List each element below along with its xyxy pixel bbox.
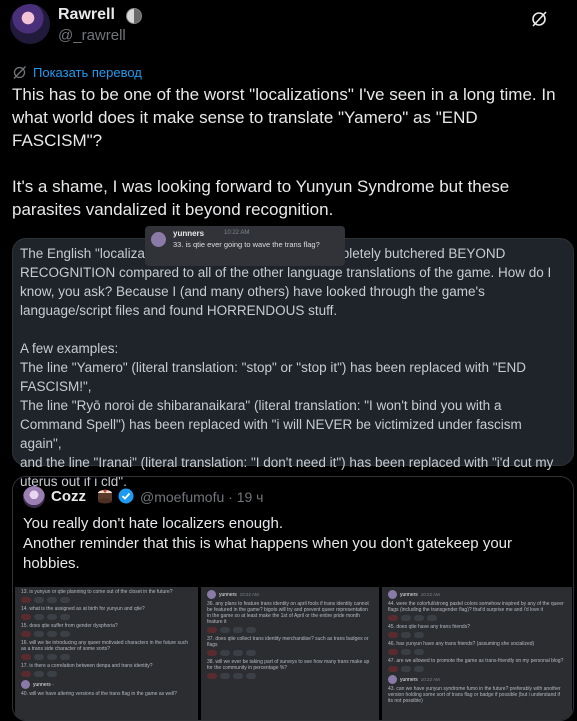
moon-icon	[126, 8, 142, 24]
reaction-row	[21, 614, 192, 620]
tweet-text: This has to be one of the worst "localiz…	[12, 85, 556, 219]
message-text: 47. are we allowed to promote the game a…	[388, 658, 564, 664]
message-text: 43. can we have yunyun syndrome fumo in …	[388, 686, 561, 704]
message-header: yunners 10:22 AM	[388, 675, 566, 684]
attached-screenshot-text[interactable]: The English "localization" for this game…	[12, 238, 574, 489]
reaction-row	[21, 654, 192, 660]
message-text: 33. is qtie ever going to wave the trans…	[173, 240, 320, 249]
author-avatar[interactable]	[10, 4, 50, 44]
message-text: 16. will we be introducing any queer mot…	[21, 640, 189, 652]
quote-author-name[interactable]: Cozz	[51, 488, 86, 505]
message-text: 14. what is the assigned as at birth for…	[21, 606, 145, 612]
reaction-row	[207, 650, 373, 656]
poster-name: yunners	[219, 591, 237, 598]
poster-name: yunners	[400, 591, 418, 598]
reaction-row	[207, 673, 373, 679]
message-text: 40. will we have altering versions of th…	[21, 691, 177, 697]
message-time: 10:22 AM	[420, 592, 440, 597]
message-header: yunners 10:22 AM	[388, 590, 566, 599]
message-text: 36. any plans to feature trans identity …	[207, 601, 369, 625]
poster-avatar	[151, 232, 166, 247]
reaction-row	[21, 671, 192, 677]
reaction-row	[388, 615, 566, 621]
poster-name: yunners	[400, 676, 418, 683]
message-text: 17. is there a correlation between denpa…	[21, 663, 153, 669]
poster-name: yunners	[173, 229, 205, 238]
reaction-row	[388, 649, 566, 655]
reaction-row	[207, 627, 373, 633]
translate-row[interactable]: Показать перевод	[12, 62, 142, 82]
poster-avatar	[207, 590, 216, 599]
media-panel-right[interactable]: yunners 10:22 AM 44. were the colorful/s…	[382, 587, 572, 720]
quote-handle-time: @moefumofu · 19 ч	[140, 489, 264, 505]
reaction-row	[388, 666, 566, 672]
poster-avatar	[21, 680, 30, 689]
message-text: 38. will we ever be taking part of surve…	[207, 659, 370, 671]
cake-icon	[98, 489, 112, 504]
reaction-row	[388, 632, 566, 638]
media-panel-left[interactable]: 13. is yunyun or qtie planning to come o…	[15, 587, 198, 720]
message-time: 10:22 AM	[420, 677, 440, 682]
media-panel-middle[interactable]: yunners 10:22 AM 36. any plans to featur…	[201, 587, 379, 720]
show-translation-link[interactable]: Показать перевод	[33, 65, 142, 80]
reaction-row	[21, 631, 192, 637]
quote-text: You really don't hate localizers enough.…	[23, 515, 513, 572]
reaction-row	[21, 597, 192, 603]
message-text: 37. does qtie collect trans identity mer…	[207, 636, 369, 648]
message-header: yunners 10:22 AM	[207, 590, 373, 599]
message-text: 13. is yunyun or qtie planning to come o…	[21, 589, 173, 595]
media-overlay-message[interactable]: yunners 10:22 AM 33. is qtie ever going …	[145, 226, 345, 266]
message-text: 15. does qtie suffer from gender dysphor…	[21, 623, 118, 629]
message-time: 10:22 AM	[239, 592, 259, 597]
grok-slash-icon[interactable]	[530, 10, 548, 28]
message-text: 45. does qtie have any trans friends?	[388, 624, 470, 630]
poster-name: yunners ·	[33, 681, 54, 688]
grok-icon	[13, 65, 26, 79]
quote-media-grid[interactable]: 13. is yunyun or qtie planning to come o…	[13, 587, 573, 720]
message-text: 44. were the colorful/strong pastel colo…	[388, 601, 564, 613]
poster-avatar	[388, 590, 397, 599]
message-time: 10:22 AM	[224, 230, 250, 236]
author-display-name[interactable]: Rawrell	[58, 6, 115, 24]
message-header: yunners ·	[21, 680, 192, 689]
quoted-tweet[interactable]: Cozz @moefumofu · 19 ч You really don't …	[12, 476, 574, 721]
author-handle[interactable]: @_rawrell	[58, 27, 126, 44]
quote-author-avatar[interactable]	[23, 486, 45, 508]
tweet-header: Rawrell @_rawrell	[10, 4, 570, 46]
message-text: 46. has yunyun have any trans friends? (…	[388, 641, 535, 647]
poster-avatar	[388, 675, 397, 684]
verified-badge-icon	[118, 488, 134, 504]
